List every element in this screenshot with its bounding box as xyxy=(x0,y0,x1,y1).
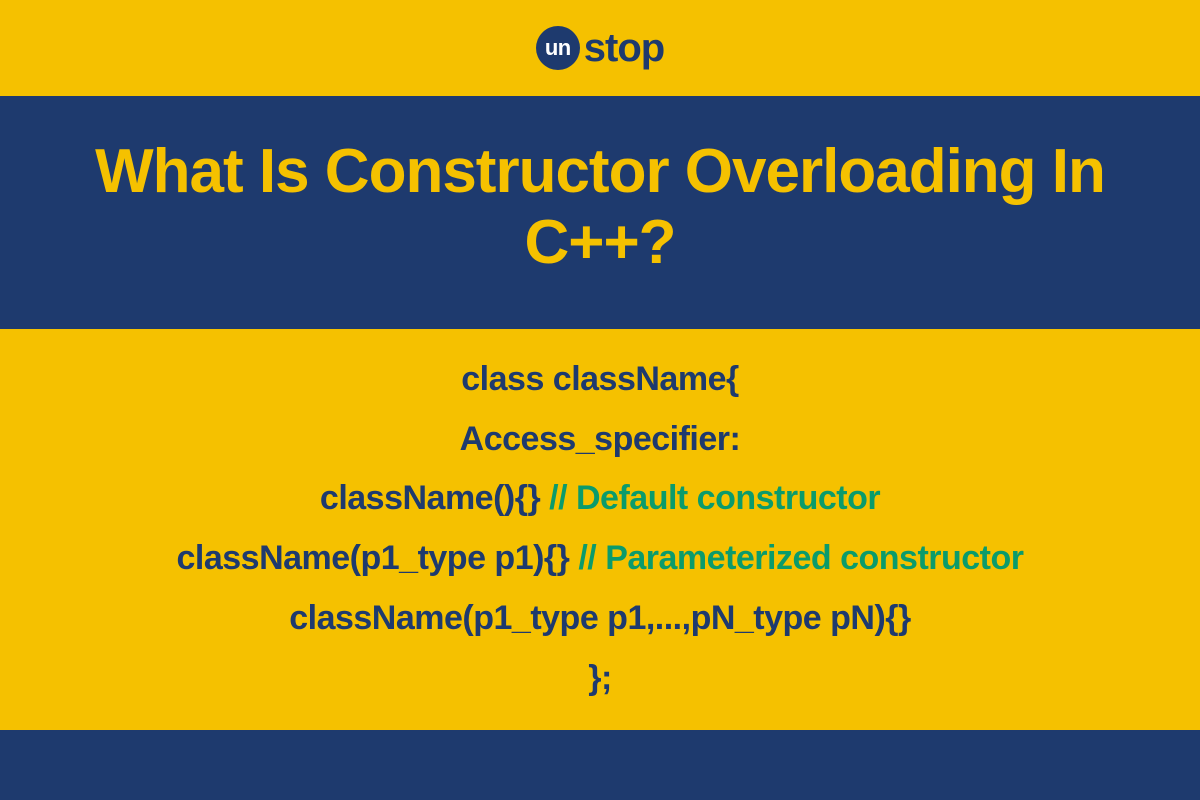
code-line-4-comment: // Parameterized constructor xyxy=(578,539,1023,577)
top-bar: un stop xyxy=(0,0,1200,96)
code-line-4-code: className(p1_type p1){} xyxy=(176,539,578,577)
code-line-2: Access_specifier: xyxy=(460,417,741,463)
bottom-band xyxy=(0,730,1200,800)
code-line-4: className(p1_type p1){} // Parameterized… xyxy=(176,536,1023,582)
title-band: What Is Constructor Overloading In C++? xyxy=(0,96,1200,329)
code-line-3-code: className(){} xyxy=(320,479,549,517)
logo-rest-text: stop xyxy=(584,26,664,71)
code-line-3-comment: // Default constructor xyxy=(549,479,880,517)
code-line-5: className(p1_type p1,...,pN_type pN){} xyxy=(289,596,911,642)
brand-logo: un stop xyxy=(536,26,664,71)
code-line-6: }; xyxy=(588,656,612,702)
page-title: What Is Constructor Overloading In C++? xyxy=(60,136,1140,279)
code-block: class className{ Access_specifier: class… xyxy=(0,329,1200,730)
logo-circle-text: un xyxy=(545,35,571,61)
logo-circle-icon: un xyxy=(536,26,580,70)
code-line-1: class className{ xyxy=(461,357,738,403)
code-line-3: className(){} // Default constructor xyxy=(320,476,880,522)
